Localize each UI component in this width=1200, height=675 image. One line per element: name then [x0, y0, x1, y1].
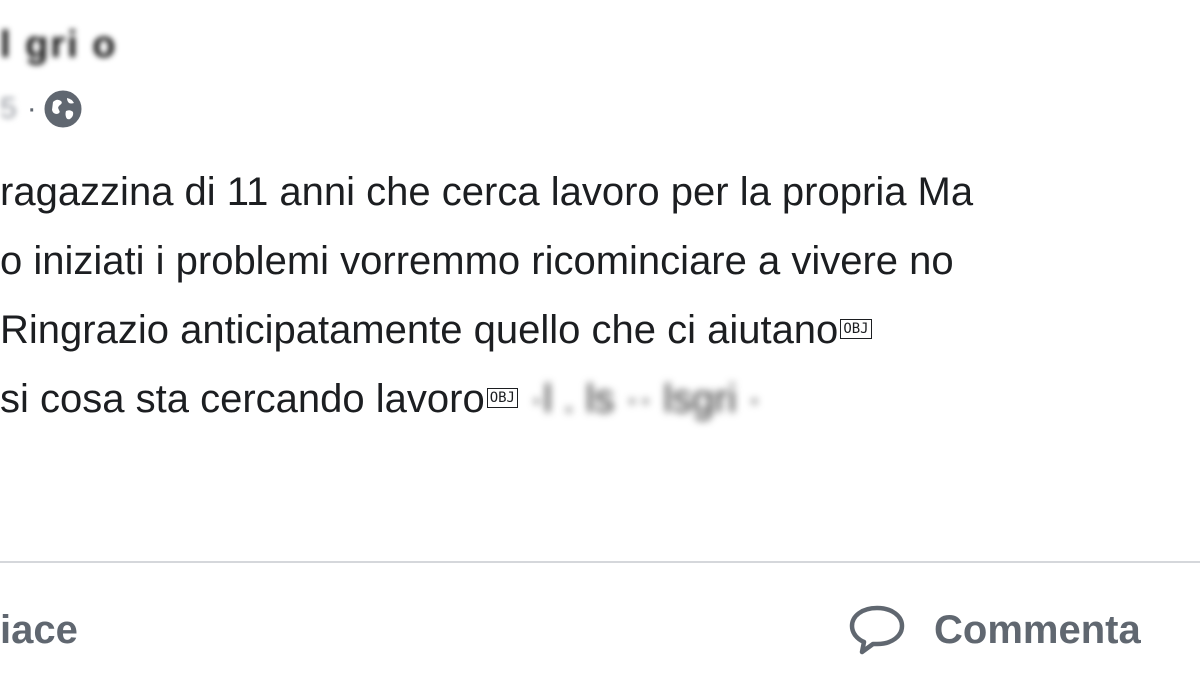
post-body: ragazzina di 11 anni che cerca lavoro pe…	[0, 158, 1200, 434]
divider	[0, 561, 1200, 563]
comment-bubble-icon	[849, 605, 905, 655]
meta-separator: ·	[26, 92, 37, 125]
obj-replacement-glyph-2: OBJ	[486, 388, 518, 408]
like-button[interactable]: iace	[0, 590, 78, 670]
obj-replacement-glyph: OBJ	[840, 319, 872, 339]
comment-label: Commenta	[934, 607, 1141, 652]
post-timestamp[interactable]: 5	[0, 92, 17, 126]
action-bar: iace Commenta	[0, 590, 1200, 670]
comment-button[interactable]: Commenta	[848, 590, 1141, 670]
post-line-2: o iniziati i problemi vorremmo ricominci…	[0, 239, 954, 283]
post-line-1: ragazzina di 11 anni che cerca lavoro pe…	[0, 170, 974, 214]
facebook-post: l gri o 5 · ragazzina di 11 anni che cer…	[0, 0, 1200, 675]
post-meta: 5 ·	[0, 86, 83, 132]
post-line-3-text: Ringrazio anticipatamente quello che ci …	[0, 308, 839, 352]
obscured-text: ·l . ls ·· lsgri ·	[529, 377, 762, 421]
post-line-4-text: si cosa sta cercando lavoro	[0, 377, 485, 421]
like-label: iace	[0, 607, 78, 652]
author-name[interactable]: l gri o	[0, 24, 117, 67]
post-line-3: Ringrazio anticipatamente quello che ci …	[0, 296, 1200, 365]
globe-icon[interactable]	[43, 89, 83, 129]
post-line-4: si cosa sta cercando lavoro OBJ ·l . ls ··…	[0, 365, 1200, 434]
